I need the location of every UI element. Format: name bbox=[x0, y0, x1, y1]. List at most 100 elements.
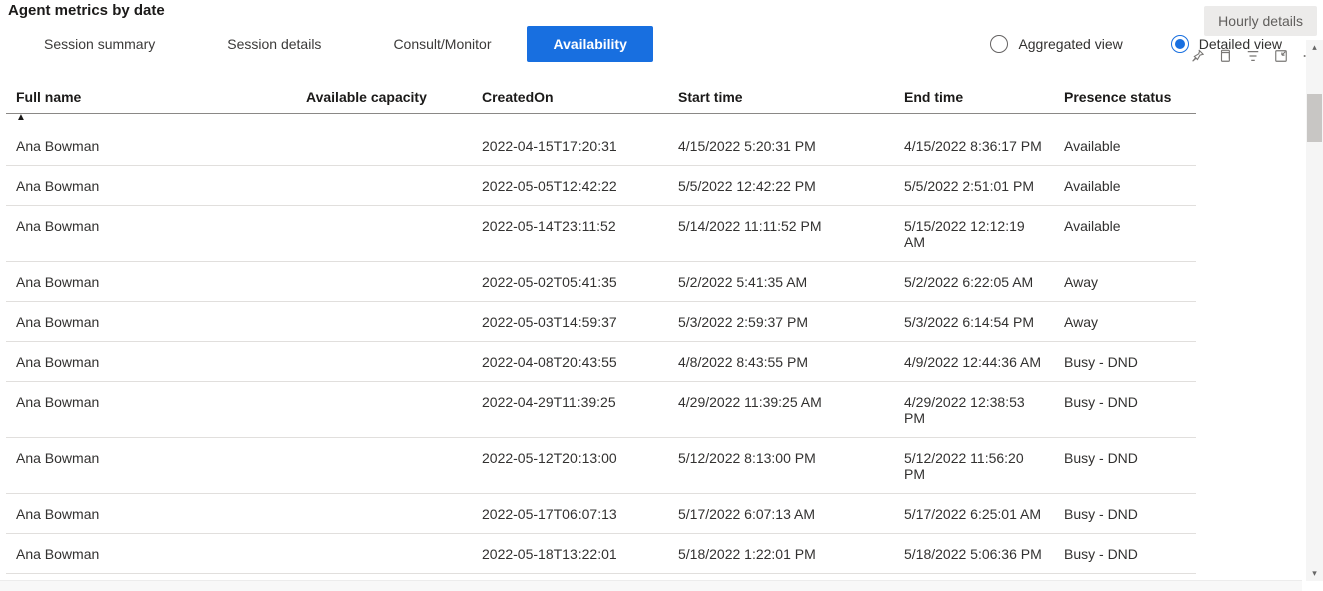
cell-start-time: 5/17/2022 6:07:13 AM bbox=[668, 506, 894, 522]
toolbar: Session summary Session details Consult/… bbox=[0, 23, 1302, 65]
cell-start-time: 5/14/2022 11:11:52 PM bbox=[668, 218, 894, 250]
radio-aggregated-view[interactable]: Aggregated view bbox=[990, 35, 1122, 53]
cell-full-name: Ana Bowman bbox=[6, 394, 296, 426]
cell-end-time: 5/18/2022 5:06:36 PM bbox=[894, 546, 1054, 562]
cell-end-time: 4/15/2022 8:36:17 PM bbox=[894, 138, 1054, 154]
cell-available-capacity bbox=[296, 218, 472, 250]
table-header: Full name ▲ Available capacity CreatedOn… bbox=[6, 83, 1196, 114]
cell-start-time: 5/2/2022 5:41:35 AM bbox=[668, 274, 894, 290]
radio-icon bbox=[990, 35, 1008, 53]
page-title: Agent metrics by date bbox=[0, 0, 1302, 23]
sort-ascending-icon: ▲ bbox=[16, 112, 26, 123]
cell-end-time: 4/29/2022 12:38:53 PM bbox=[894, 394, 1054, 426]
cell-created-on: 2022-05-12T20:13:00 bbox=[472, 450, 668, 482]
col-end-time[interactable]: End time bbox=[894, 89, 1054, 105]
table-row[interactable]: Ana Bowman 2022-05-18T13:22:015/18/2022 1… bbox=[6, 534, 1196, 574]
cell-full-name: Ana Bowman bbox=[6, 354, 296, 370]
cell-created-on: 2022-04-29T11:39:25 bbox=[472, 394, 668, 426]
cell-available-capacity bbox=[296, 546, 472, 562]
table-row[interactable]: Ana Bowman 2022-05-05T12:42:225/5/2022 12… bbox=[6, 166, 1196, 206]
right-rail: Hourly details bbox=[1197, 0, 1323, 64]
cell-presence-status: Busy - DND bbox=[1054, 450, 1194, 482]
cell-full-name: Ana Bowman bbox=[6, 314, 296, 330]
cell-available-capacity bbox=[296, 450, 472, 482]
table-row[interactable]: Ana Bowman2022-05-17T06:07:135/17/2022 6… bbox=[6, 494, 1196, 534]
hourly-details-button[interactable]: Hourly details bbox=[1204, 6, 1317, 36]
table-body: Ana Bowman 2022-04-15T17:20:314/15/2022 5… bbox=[6, 126, 1196, 574]
table-row[interactable]: Ana Bowman 2022-05-02T05:41:355/2/2022 5:… bbox=[6, 262, 1196, 302]
cell-end-time: 5/17/2022 6:25:01 AM bbox=[894, 506, 1054, 522]
cell-presence-status: Available bbox=[1054, 178, 1194, 194]
cell-created-on: 2022-05-05T12:42:22 bbox=[472, 178, 668, 194]
cell-full-name: Ana Bowman bbox=[6, 178, 296, 194]
cell-full-name: Ana Bowman bbox=[6, 274, 296, 290]
cell-presence-status: Available bbox=[1054, 138, 1194, 154]
cell-created-on: 2022-04-15T17:20:31 bbox=[472, 138, 668, 154]
cell-presence-status: Available bbox=[1054, 218, 1194, 250]
cell-available-capacity bbox=[296, 354, 472, 370]
scrollbar-horizontal[interactable] bbox=[0, 580, 1302, 591]
cell-full-name: Ana Bowman bbox=[6, 138, 296, 154]
tab-availability[interactable]: Availability bbox=[527, 26, 652, 62]
cell-start-time: 5/12/2022 8:13:00 PM bbox=[668, 450, 894, 482]
cell-presence-status: Busy - DND bbox=[1054, 354, 1194, 370]
col-full-name[interactable]: Full name ▲ bbox=[6, 89, 296, 105]
cell-available-capacity bbox=[296, 394, 472, 426]
focus-mode-icon[interactable] bbox=[1273, 48, 1289, 64]
copy-icon[interactable] bbox=[1217, 48, 1233, 64]
cell-presence-status: Away bbox=[1054, 314, 1194, 330]
radio-icon bbox=[1171, 35, 1189, 53]
cell-created-on: 2022-04-08T20:43:55 bbox=[472, 354, 668, 370]
cell-presence-status: Busy - DND bbox=[1054, 394, 1194, 426]
scroll-up-icon[interactable]: ▴ bbox=[1306, 40, 1323, 55]
table-row[interactable]: Ana Bowman2022-04-29T11:39:254/29/2022 1… bbox=[6, 382, 1196, 438]
cell-presence-status: Away bbox=[1054, 274, 1194, 290]
cell-created-on: 2022-05-18T13:22:01 bbox=[472, 546, 668, 562]
cell-available-capacity bbox=[296, 274, 472, 290]
cell-created-on: 2022-05-03T14:59:37 bbox=[472, 314, 668, 330]
tab-session-details[interactable]: Session details bbox=[191, 26, 357, 62]
scrollbar-vertical[interactable]: ▴ ▾ bbox=[1306, 40, 1323, 581]
filter-icon[interactable] bbox=[1245, 48, 1261, 64]
cell-full-name: Ana Bowman bbox=[6, 546, 296, 562]
tab-consult-monitor[interactable]: Consult/Monitor bbox=[357, 26, 527, 62]
cell-start-time: 5/3/2022 2:59:37 PM bbox=[668, 314, 894, 330]
cell-presence-status: Busy - DND bbox=[1054, 546, 1194, 562]
cell-full-name: Ana Bowman bbox=[6, 506, 296, 522]
cell-available-capacity bbox=[296, 178, 472, 194]
cell-end-time: 5/12/2022 11:56:20 PM bbox=[894, 450, 1054, 482]
col-presence-status[interactable]: Presence status bbox=[1054, 89, 1194, 105]
cell-start-time: 5/18/2022 1:22:01 PM bbox=[668, 546, 894, 562]
col-available-capacity[interactable]: Available capacity bbox=[296, 89, 472, 105]
cell-start-time: 5/5/2022 12:42:22 PM bbox=[668, 178, 894, 194]
table-row[interactable]: Ana Bowman 2022-05-03T14:59:375/3/2022 2:… bbox=[6, 302, 1196, 342]
cell-end-time: 5/2/2022 6:22:05 AM bbox=[894, 274, 1054, 290]
tab-session-summary[interactable]: Session summary bbox=[8, 26, 191, 62]
cell-created-on: 2022-05-17T06:07:13 bbox=[472, 506, 668, 522]
cell-available-capacity bbox=[296, 314, 472, 330]
cell-end-time: 5/3/2022 6:14:54 PM bbox=[894, 314, 1054, 330]
cell-full-name: Ana Bowman bbox=[6, 218, 296, 250]
pin-icon[interactable] bbox=[1189, 48, 1205, 64]
cell-created-on: 2022-05-14T23:11:52 bbox=[472, 218, 668, 250]
cell-created-on: 2022-05-02T05:41:35 bbox=[472, 274, 668, 290]
table-row[interactable]: Ana Bowman2022-04-08T20:43:554/8/2022 8:… bbox=[6, 342, 1196, 382]
cell-presence-status: Busy - DND bbox=[1054, 506, 1194, 522]
radio-label: Aggregated view bbox=[1018, 36, 1122, 52]
cell-end-time: 5/5/2022 2:51:01 PM bbox=[894, 178, 1054, 194]
cell-available-capacity bbox=[296, 138, 472, 154]
col-start-time[interactable]: Start time bbox=[668, 89, 894, 105]
table-row[interactable]: Ana Bowman 2022-05-14T23:11:525/14/2022 1… bbox=[6, 206, 1196, 262]
cell-start-time: 4/15/2022 5:20:31 PM bbox=[668, 138, 894, 154]
visual-actions bbox=[1189, 48, 1317, 64]
scroll-down-icon[interactable]: ▾ bbox=[1306, 566, 1323, 581]
cell-available-capacity bbox=[296, 506, 472, 522]
cell-end-time: 4/9/2022 12:44:36 AM bbox=[894, 354, 1054, 370]
cell-start-time: 4/29/2022 11:39:25 AM bbox=[668, 394, 894, 426]
table-row[interactable]: Ana Bowman 2022-04-15T17:20:314/15/2022 5… bbox=[6, 126, 1196, 166]
col-created-on[interactable]: CreatedOn bbox=[472, 89, 668, 105]
cell-end-time: 5/15/2022 12:12:19 AM bbox=[894, 218, 1054, 250]
table-row[interactable]: Ana Bowman2022-05-12T20:13:005/12/2022 8… bbox=[6, 438, 1196, 494]
scroll-thumb[interactable] bbox=[1307, 94, 1322, 142]
data-table: Full name ▲ Available capacity CreatedOn… bbox=[6, 83, 1196, 574]
